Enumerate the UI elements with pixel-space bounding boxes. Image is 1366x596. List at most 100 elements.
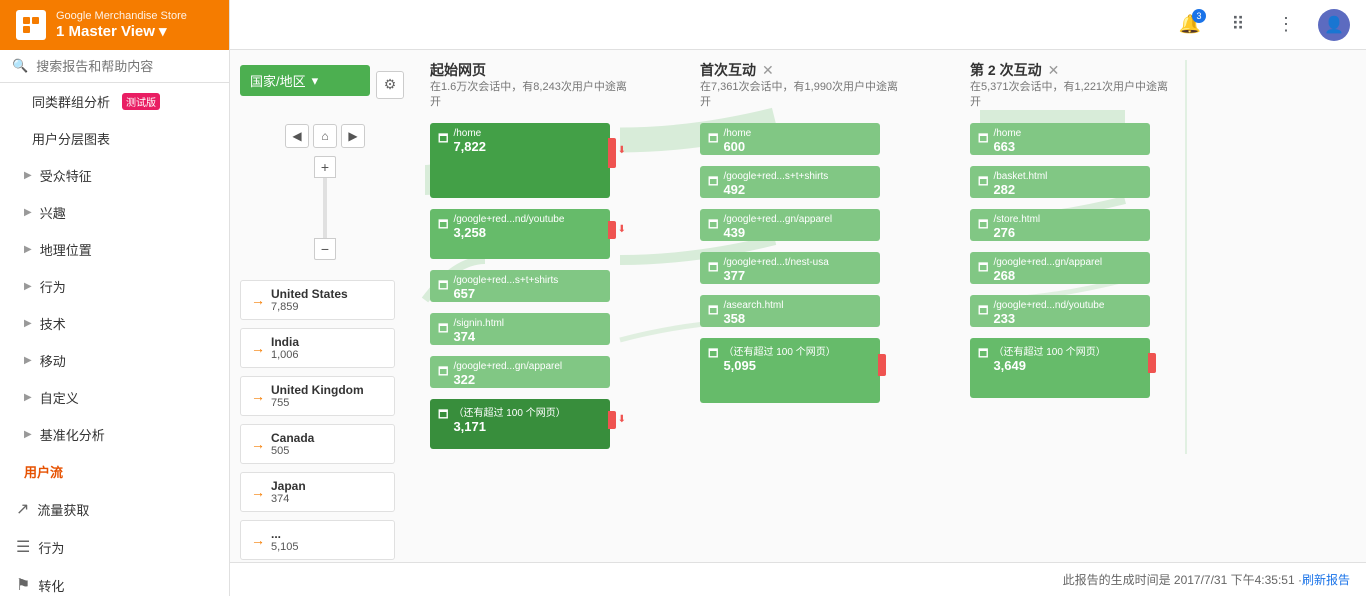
sidebar-item-tech[interactable]: ▶ 技术 xyxy=(0,305,229,342)
exit-bar xyxy=(608,138,616,168)
country-node-us[interactable]: → United States 7,859 xyxy=(240,280,395,320)
sidebar-item-label: 行为 xyxy=(40,277,66,296)
sidebar-search[interactable]: 🔍 xyxy=(0,50,229,83)
view-name: 1 Master View ▾ xyxy=(56,22,187,40)
country-name: Canada xyxy=(271,431,314,445)
refresh-link[interactable]: 刷新报告 xyxy=(1302,571,1350,588)
avatar[interactable]: 👤 xyxy=(1318,9,1350,41)
page-count: 276 xyxy=(993,225,1040,240)
second-page-store[interactable]: 🗖 /store.html 276 xyxy=(970,209,1150,241)
country-node-other[interactable]: → ... 5,105 xyxy=(240,520,395,560)
sidebar-item-custom[interactable]: ▶ 自定义 xyxy=(0,379,229,416)
conversion-icon: ⚑ xyxy=(16,575,30,595)
sidebar-section-conversion[interactable]: ⚑ 转化 xyxy=(0,566,229,596)
country-node-canada[interactable]: → Canada 505 xyxy=(240,424,395,464)
page-name: /google+red...gn/apparel xyxy=(453,361,562,372)
page-count: 7,822 xyxy=(453,139,486,154)
col0-subtitle: 在1.6万次会话中，有8,243次用户中途离开 xyxy=(430,80,630,111)
search-input[interactable] xyxy=(36,59,217,74)
chevron-right-icon: ▶ xyxy=(24,318,32,329)
nav-right-button[interactable]: ▶ xyxy=(341,124,365,148)
trailing-column xyxy=(1185,60,1265,454)
first-page-home[interactable]: 🗖 /home 600 xyxy=(700,123,880,155)
page-icon: 🗖 xyxy=(438,277,448,296)
country-name: Japan xyxy=(271,479,306,493)
zoom-out-button[interactable]: − xyxy=(314,238,336,260)
exit-bar xyxy=(1148,353,1156,373)
sidebar-item-label: 受众特征 xyxy=(40,166,92,185)
zoom-in-button[interactable]: + xyxy=(314,156,336,178)
country-node-japan[interactable]: → Japan 374 xyxy=(240,472,395,512)
page-icon: 🗖 xyxy=(438,320,448,339)
sidebar-item-userlayer[interactable]: 用户分层图表 xyxy=(0,120,229,157)
more-button[interactable]: ⋮ xyxy=(1270,9,1302,41)
notification-badge: 3 xyxy=(1192,9,1206,23)
sidebar-item-label: 兴趣 xyxy=(40,203,66,222)
page-count: 439 xyxy=(723,225,832,240)
page-name: /store.html xyxy=(993,214,1040,225)
start-page-shirts[interactable]: 🗖 /google+red...s+t+shirts 657 xyxy=(430,270,610,302)
second-page-basket[interactable]: 🗖 /basket.html 282 xyxy=(970,166,1150,198)
first-page-asearch[interactable]: 🗖 /asearch.html 358 xyxy=(700,295,880,327)
start-page-home[interactable]: 🗖 /home 7,822 ⬇ xyxy=(430,123,610,198)
settings-button[interactable]: ⚙ xyxy=(376,71,404,99)
sidebar-item-label: 技术 xyxy=(40,314,66,333)
col2-nodes: 🗖 /home 663 🗖 /basket.html 2 xyxy=(970,123,1170,403)
sidebar: Google Merchandise Store 1 Master View ▾… xyxy=(0,0,230,596)
first-page-shirts[interactable]: 🗖 /google+red...s+t+shirts 492 xyxy=(700,166,880,198)
sidebar-item-audience[interactable]: ▶ 受众特征 xyxy=(0,157,229,194)
flow-diagram: 起始网页 在1.6万次会话中，有8,243次用户中途离开 🗖 /home 7,8… xyxy=(420,50,1366,562)
apps-button[interactable]: ⠿ xyxy=(1222,9,1254,41)
start-page-youtube[interactable]: 🗖 /google+red...nd/youtube 3,258 ⬇ xyxy=(430,209,610,259)
page-icon: 🗖 xyxy=(708,173,718,192)
behavior-icon: ☰ xyxy=(16,537,30,557)
sidebar-item-cohort[interactable]: 同类群组分析 测试版 xyxy=(0,83,229,120)
exit-arrow-icon: ⬇ xyxy=(618,224,626,235)
first-page-apparel[interactable]: 🗖 /google+red...gn/apparel 439 xyxy=(700,209,880,241)
second-page-youtube[interactable]: 🗖 /google+red...nd/youtube 233 xyxy=(970,295,1150,327)
notification-button[interactable]: 🔔 3 xyxy=(1174,9,1206,41)
chevron-right-icon: ▶ xyxy=(24,355,32,366)
navigator: ◀ ⌂ ▶ + − xyxy=(240,124,410,260)
sidebar-item-mobile[interactable]: ▶ 移动 xyxy=(0,342,229,379)
sidebar-header-text: Google Merchandise Store 1 Master View ▾ xyxy=(56,10,187,40)
sidebar-section-behavior[interactable]: ☰ 行为 xyxy=(0,528,229,566)
sidebar-item-benchmark[interactable]: ▶ 基准化分析 xyxy=(0,416,229,453)
sidebar-item-behavior[interactable]: ▶ 行为 xyxy=(0,268,229,305)
col1-subtitle: 在7,361次会话中，有1,990次用户中途离开 xyxy=(700,80,900,111)
page-count: 600 xyxy=(723,139,751,154)
page-name: /google+red...s+t+shirts xyxy=(723,171,828,182)
country-name: United Kingdom xyxy=(271,383,364,397)
second-page-home[interactable]: 🗖 /home 663 xyxy=(970,123,1150,155)
first-page-nest[interactable]: 🗖 /google+red...t/nest-usa 377 xyxy=(700,252,880,284)
sidebar-item-label: 地理位置 xyxy=(40,240,92,259)
sidebar-item-userflow[interactable]: 用户流 xyxy=(0,453,229,490)
country-node-uk[interactable]: → United Kingdom 755 xyxy=(240,376,395,416)
nav-home-button[interactable]: ⌂ xyxy=(313,124,337,148)
second-page-apparel[interactable]: 🗖 /google+red...gn/apparel 268 xyxy=(970,252,1150,284)
country-node-india[interactable]: → India 1,006 xyxy=(240,328,395,368)
col2-close-button[interactable]: ✕ xyxy=(1048,62,1060,79)
nav-left-button[interactable]: ◀ xyxy=(285,124,309,148)
exit-bar xyxy=(608,411,616,429)
page-icon: 🗖 xyxy=(438,130,448,149)
first-page-more[interactable]: 🗖 （还有超过 100 个网页） 5,095 xyxy=(700,338,880,403)
start-page-signin[interactable]: 🗖 /signin.html 374 xyxy=(430,313,610,345)
page-icon: 🗖 xyxy=(708,216,718,235)
sidebar-section-acquisition[interactable]: ↗ 流量获取 xyxy=(0,490,229,528)
page-count: 282 xyxy=(993,182,1047,197)
sidebar-section-label: 行为 xyxy=(38,538,64,557)
page-name: /signin.html xyxy=(453,318,504,329)
country-dropdown[interactable]: 国家/地区 ▾ xyxy=(240,65,370,96)
arrow-icon: → xyxy=(251,388,265,404)
col1-close-button[interactable]: ✕ xyxy=(762,62,774,79)
sidebar-item-geo[interactable]: ▶ 地理位置 xyxy=(0,231,229,268)
col2-title: 第 2 次互动 xyxy=(970,60,1042,80)
sidebar-section-label: 流量获取 xyxy=(37,500,89,519)
flow-main: 国家/地区 ▾ ⚙ ◀ ⌂ ▶ + − xyxy=(230,50,1366,562)
start-page-apparel[interactable]: 🗖 /google+red...gn/apparel 322 xyxy=(430,356,610,388)
second-page-more[interactable]: 🗖 （还有超过 100 个网页） 3,649 xyxy=(970,338,1150,398)
page-icon: 🗖 xyxy=(438,406,448,425)
start-page-more[interactable]: 🗖 （还有超过 100 个网页） 3,171 ⬇ xyxy=(430,399,610,449)
sidebar-item-interests[interactable]: ▶ 兴趣 xyxy=(0,194,229,231)
